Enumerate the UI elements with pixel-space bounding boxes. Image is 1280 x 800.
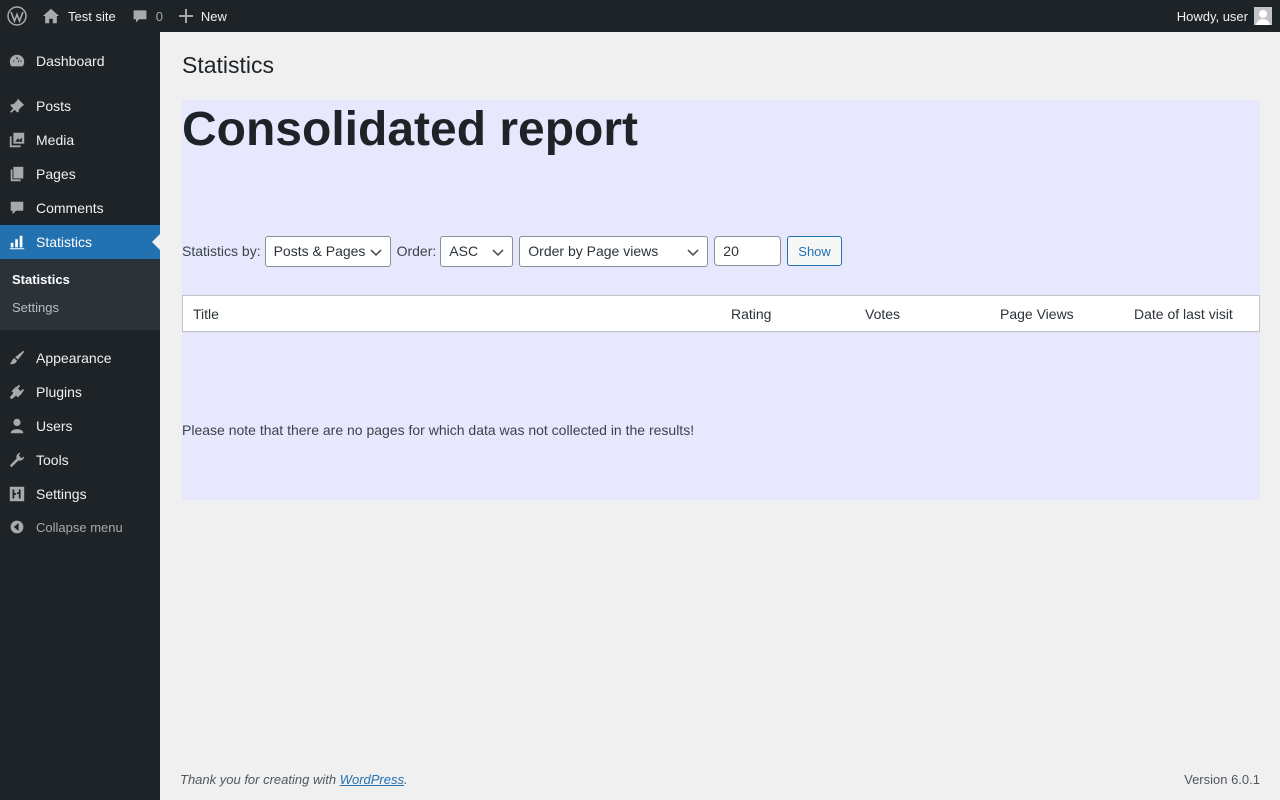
collapse-menu-button[interactable]: Collapse menu: [0, 510, 160, 544]
footer-thanks-suffix: .: [404, 772, 408, 787]
user-icon: [0, 417, 36, 435]
footer-thanks-prefix: Thank you for creating with: [180, 772, 340, 787]
admin-bar: Test site 0 New Howdy, user: [0, 0, 1280, 32]
collapse-arrow-icon: [0, 519, 36, 535]
sliders-icon: [0, 485, 36, 503]
comments-link[interactable]: 0: [124, 0, 171, 32]
column-header-last-visit[interactable]: Date of last visit: [1134, 306, 1233, 322]
home-icon: [42, 8, 60, 24]
pin-icon: [0, 97, 36, 115]
sidebar-item-label: Comments: [36, 200, 104, 216]
sidebar-item-posts[interactable]: Posts: [0, 89, 160, 123]
column-header-votes[interactable]: Votes: [865, 306, 900, 322]
chevron-down-icon: [687, 245, 699, 257]
wordpress-logo-icon[interactable]: [0, 0, 34, 32]
bar-chart-icon: [0, 233, 36, 251]
column-header-rating[interactable]: Rating: [731, 306, 771, 322]
sidebar-item-label: Media: [36, 132, 75, 148]
stats-by-select[interactable]: Posts & Pages: [264, 235, 391, 267]
sidebar-item-label: Dashboard: [36, 53, 105, 69]
sidebar-item-tools[interactable]: Tools: [0, 443, 160, 477]
sidebar-item-label: Settings: [36, 486, 87, 502]
stats-by-label: Statistics by:: [182, 243, 261, 259]
account-menu[interactable]: Howdy, user: [1169, 0, 1280, 32]
sidebar-item-label: Statistics: [36, 234, 93, 250]
sidebar-item-comments[interactable]: Comments: [0, 191, 160, 225]
greeting: Howdy, user: [1176, 8, 1248, 24]
chevron-down-icon: [492, 245, 504, 257]
sidebar-item-plugins[interactable]: Plugins: [0, 375, 160, 409]
avatar: [1254, 7, 1272, 25]
sidebar-item-dashboard[interactable]: Dashboard: [0, 44, 160, 78]
sidebar-item-statistics[interactable]: Statistics: [0, 225, 160, 259]
sidebar-item-label: Posts: [36, 98, 72, 114]
site-name-link[interactable]: Test site: [34, 0, 124, 32]
show-button[interactable]: Show: [787, 236, 842, 266]
comment-icon: [0, 199, 36, 217]
report-panel: Consolidated report Statistics by: Posts…: [182, 100, 1260, 500]
limit-input[interactable]: [714, 236, 782, 266]
sidebar-item-label: Tools: [36, 452, 69, 468]
brush-icon: [0, 349, 36, 367]
wrench-icon: [0, 451, 36, 469]
collapse-menu-label: Collapse menu: [36, 519, 123, 535]
order-select[interactable]: ASC: [440, 235, 514, 267]
footer-thanks: Thank you for creating with WordPress.: [180, 772, 408, 787]
order-by-select[interactable]: Order by Page views: [519, 235, 709, 267]
admin-sidebar: Dashboard Posts Media Pages Comments Sta…: [0, 32, 160, 800]
no-data-note: Please note that there are no pages for …: [182, 422, 695, 438]
comments-count: 0: [155, 8, 163, 24]
report-title: Consolidated report: [182, 103, 639, 156]
submenu-item-settings[interactable]: Settings: [12, 300, 59, 315]
plug-icon: [0, 383, 36, 401]
new-content-link[interactable]: New: [171, 0, 235, 32]
dashboard-icon: [0, 52, 36, 70]
sidebar-item-label: Users: [36, 418, 73, 434]
sidebar-item-users[interactable]: Users: [0, 409, 160, 443]
plus-icon: [178, 9, 193, 23]
order-value: ASC: [449, 243, 479, 259]
footer-version: Version 6.0.1: [1184, 772, 1260, 787]
sidebar-item-label: Appearance: [36, 350, 112, 366]
page-title: Statistics: [182, 52, 275, 78]
statistics-table: Title Rating Votes Page Views Date of la…: [182, 295, 1260, 332]
site-name: Test site: [68, 8, 116, 24]
filter-bar: Statistics by: Posts & Pages Order: ASC …: [182, 235, 842, 267]
sidebar-item-media[interactable]: Media: [0, 123, 160, 157]
order-label: Order:: [396, 243, 437, 259]
chevron-down-icon: [370, 245, 382, 257]
statistics-submenu: Statistics Settings: [0, 259, 160, 330]
column-header-page-views[interactable]: Page Views: [1000, 306, 1074, 322]
sidebar-item-settings[interactable]: Settings: [0, 477, 160, 511]
main-content: Statistics Consolidated report Statistic…: [160, 32, 1280, 800]
sidebar-item-label: Plugins: [36, 384, 82, 400]
media-icon: [0, 131, 36, 149]
new-label: New: [200, 8, 227, 24]
sidebar-item-label: Pages: [36, 166, 76, 182]
comment-icon: [133, 10, 147, 23]
sidebar-item-appearance[interactable]: Appearance: [0, 341, 160, 375]
submenu-item-statistics[interactable]: Statistics: [12, 272, 70, 287]
column-header-title[interactable]: Title: [193, 306, 219, 322]
stats-by-value: Posts & Pages: [273, 243, 366, 259]
wordpress-link[interactable]: WordPress: [340, 772, 404, 787]
sidebar-item-pages[interactable]: Pages: [0, 157, 160, 191]
order-by-value: Order by Page views: [528, 243, 659, 259]
pages-icon: [0, 165, 36, 183]
